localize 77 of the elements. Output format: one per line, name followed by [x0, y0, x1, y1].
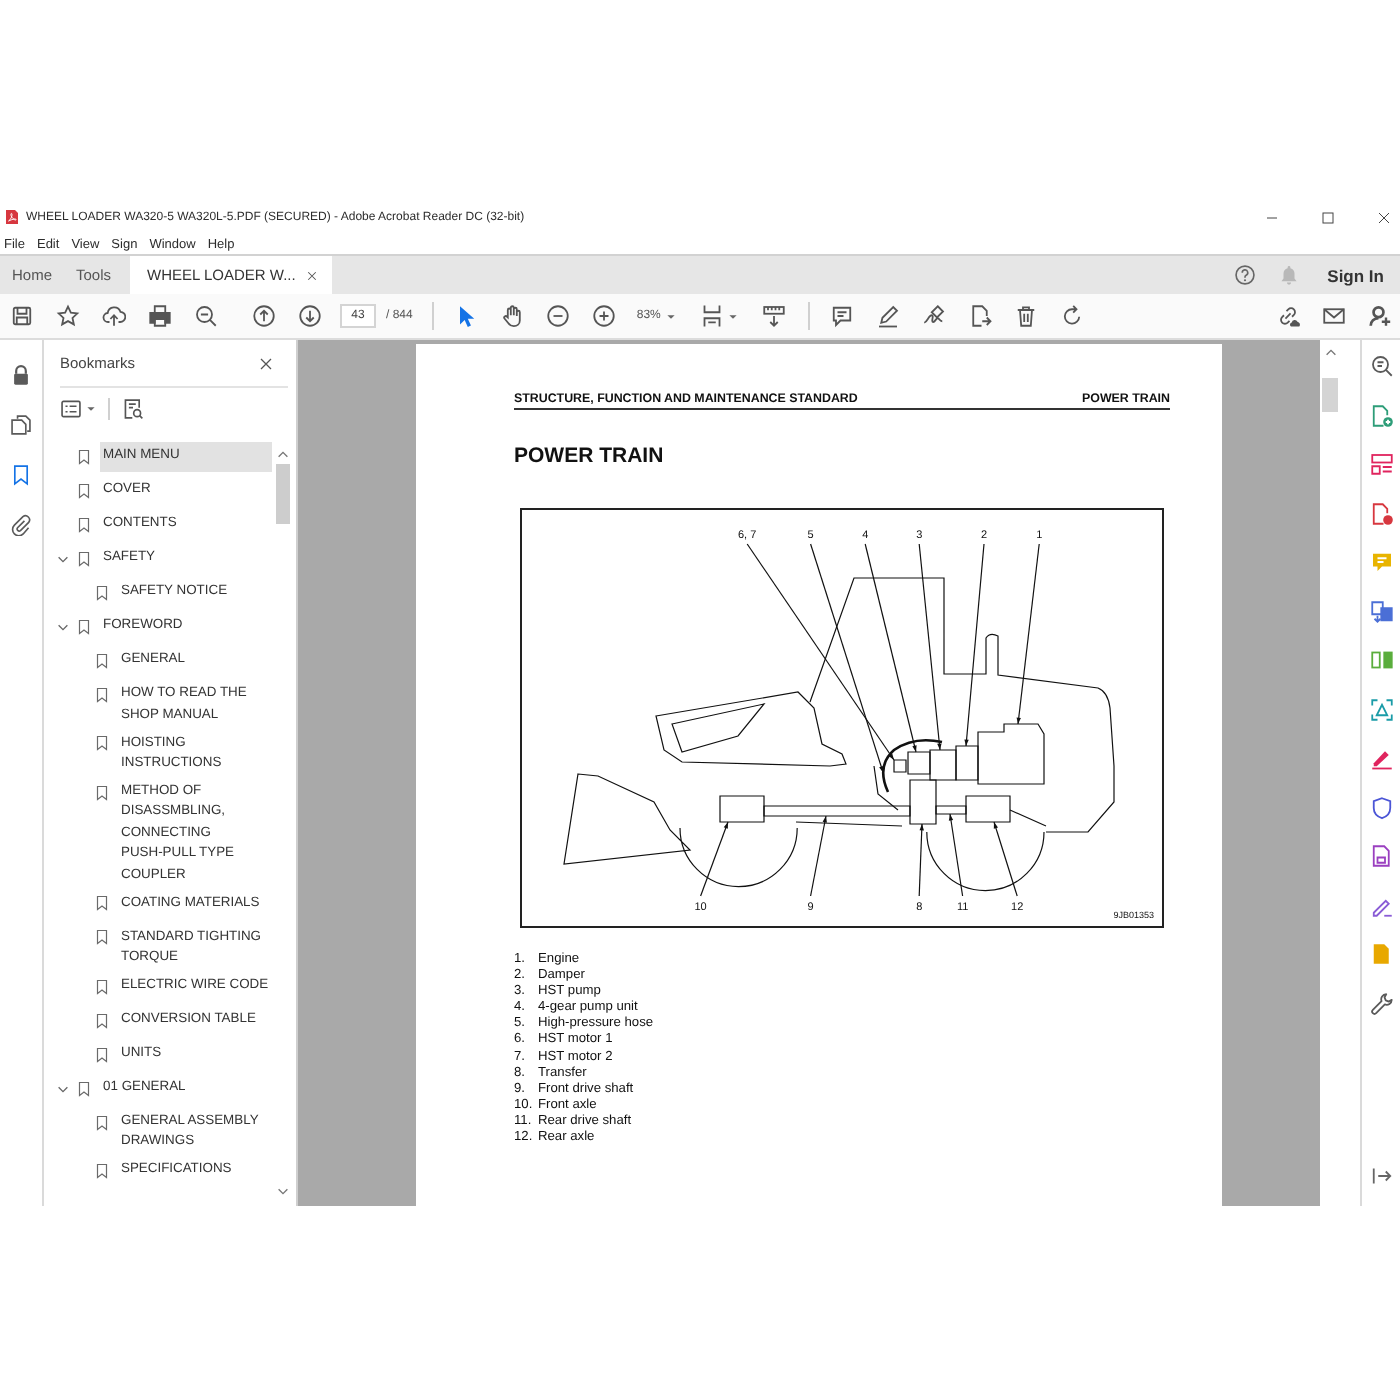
chevron-down-icon[interactable] [56, 552, 70, 566]
damper [955, 745, 979, 781]
caret-icon[interactable] [728, 313, 739, 319]
comment-icon[interactable] [830, 304, 855, 328]
add-user-icon[interactable] [1368, 304, 1392, 328]
arrow-down-circle-icon[interactable] [298, 304, 322, 328]
leader-arrow [700, 821, 729, 897]
bookmark-icon [94, 1161, 110, 1180]
leader-arrow [810, 815, 827, 897]
pages-icon[interactable] [10, 414, 32, 436]
help-icon[interactable] [1233, 264, 1256, 286]
close-icon[interactable] [258, 355, 274, 371]
pen-icon[interactable] [1369, 746, 1393, 770]
mail-icon[interactable] [1322, 304, 1346, 328]
scroll-up-icon[interactable] [275, 448, 289, 462]
options-icon[interactable] [60, 397, 82, 419]
gear-pump-unit [907, 751, 931, 775]
scroll-down-icon[interactable] [275, 1184, 289, 1198]
chevron-down-icon[interactable] [56, 1081, 70, 1095]
leader-arrow [918, 823, 924, 897]
save-icon[interactable] [10, 304, 34, 328]
close-icon[interactable] [305, 269, 318, 281]
signature-pen-icon[interactable] [922, 304, 947, 328]
bookmark-icon [94, 734, 110, 753]
hand-icon[interactable] [500, 304, 525, 328]
rear-drive-shaft [935, 805, 967, 815]
chevron-down-icon[interactable] [56, 620, 70, 634]
ruler-arrow-icon[interactable] [762, 304, 787, 328]
link-icon[interactable] [1276, 304, 1300, 328]
close-icon[interactable] [1376, 209, 1392, 225]
hst-motor [893, 759, 907, 773]
high-pressure-hose [881, 738, 943, 793]
maximize-icon[interactable] [1320, 209, 1336, 225]
cloud-upload-icon[interactable] [102, 304, 126, 328]
highlighter-pen-icon[interactable] [876, 304, 901, 328]
transfer [909, 779, 937, 825]
rear-axle [965, 795, 1011, 823]
sign-in-button[interactable]: Sign In [1327, 265, 1384, 285]
document-icon[interactable] [1369, 844, 1393, 868]
expand-panel-icon[interactable] [1369, 1164, 1393, 1188]
hst-pump [929, 749, 957, 781]
arrow-up-circle-icon[interactable] [252, 304, 276, 328]
scroll-up-icon[interactable] [1324, 346, 1338, 360]
page-title: POWER TRAIN [514, 443, 666, 469]
scan-icon[interactable] [1369, 697, 1393, 721]
page-layout-icon[interactable] [1369, 452, 1393, 476]
bookmark-icon [94, 783, 110, 801]
scrollbar-thumb[interactable] [1322, 378, 1338, 412]
zoom-out-circle-icon[interactable] [546, 304, 571, 328]
pdf-file-icon [4, 208, 20, 226]
star-icon[interactable] [56, 304, 80, 328]
caret-icon[interactable] [86, 405, 96, 411]
bookmark-icon[interactable] [10, 464, 32, 486]
shield-icon[interactable] [1369, 795, 1393, 819]
lock-icon[interactable] [10, 364, 32, 386]
leader-arrow [993, 821, 1018, 897]
rotate-icon[interactable] [1060, 304, 1085, 328]
leader-arrow [948, 813, 964, 897]
organize-pages-icon[interactable] [1369, 648, 1393, 672]
cursor-arrow-icon[interactable] [454, 304, 479, 328]
page-display-icon[interactable] [700, 304, 725, 328]
scrollbar-thumb[interactable] [275, 464, 289, 524]
zoom-in-circle-icon[interactable] [592, 304, 617, 328]
zoom-out-icon[interactable] [194, 304, 218, 328]
print-icon[interactable] [148, 304, 172, 328]
document-badge-icon[interactable] [1369, 501, 1393, 525]
combine-files-icon[interactable] [1369, 599, 1393, 623]
caret-icon[interactable] [666, 313, 677, 319]
document-arrow-icon[interactable] [968, 304, 993, 328]
search-icon[interactable] [1369, 354, 1393, 378]
paperclip-icon[interactable] [10, 514, 32, 536]
find-bookmark-icon[interactable] [122, 397, 144, 419]
wrench-icon[interactable] [1369, 991, 1393, 1015]
engine [977, 723, 1045, 785]
trash-icon[interactable] [1014, 304, 1039, 328]
document-plus-icon[interactable] [1369, 403, 1393, 427]
front-axle [719, 795, 765, 823]
